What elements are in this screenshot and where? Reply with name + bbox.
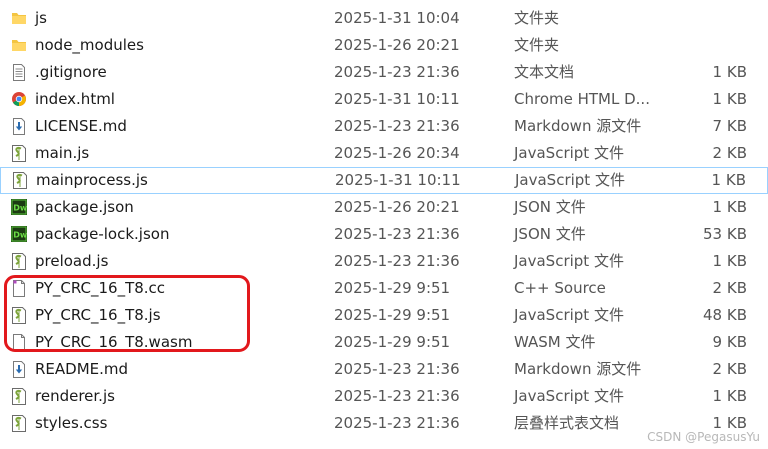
file-date-modified: 2025-1-26 20:34: [334, 144, 460, 162]
file-row[interactable]: js 2025-1-31 10:04 文件夹: [0, 5, 768, 32]
file-type: JavaScript 文件: [514, 387, 624, 405]
file-name: README.md: [35, 360, 129, 378]
file-type: Chrome HTML D...: [514, 90, 650, 108]
file-name: PY_CRC_16_T8.cc: [35, 279, 166, 297]
file-list: js 2025-1-31 10:04 文件夹 node_modules 2025-1-2…: [0, 5, 768, 437]
file-date-modified: 2025-1-23 21:36: [334, 387, 460, 405]
file-size: 2 KB: [712, 144, 747, 162]
file-name: package-lock.json: [35, 225, 170, 243]
file-size: 1 KB: [711, 171, 746, 189]
file-type: 文件夹: [514, 36, 560, 54]
markdown-icon: [11, 361, 27, 378]
file-name: node_modules: [35, 36, 144, 54]
file-row[interactable]: mainprocess.js 2025-1-31 10:11 JavaScript …: [0, 167, 768, 194]
file-date-modified: 2025-1-23 21:36: [334, 414, 460, 432]
file-row[interactable]: node_modules 2025-1-26 20:21 文件夹: [0, 32, 768, 59]
javascript-icon: [11, 307, 27, 324]
file-name: styles.css: [35, 414, 108, 432]
file-row[interactable]: main.js 2025-1-26 20:34 JavaScript 文件 2 KB: [0, 140, 768, 167]
file-size: 48 KB: [703, 306, 747, 324]
file-name: PY_CRC_16_T8.wasm: [35, 333, 193, 351]
text-file-icon: [11, 64, 27, 81]
file-type: 层叠样式表文档: [514, 414, 620, 432]
file-name: package.json: [35, 198, 134, 216]
file-name: .gitignore: [35, 63, 107, 81]
file-size: 1 KB: [712, 387, 747, 405]
javascript-icon: [12, 172, 28, 189]
file-name: PY_CRC_16_T8.js: [35, 306, 161, 324]
file-row[interactable]: PY_CRC_16_T8.js 2025-1-29 9:51 JavaScript …: [0, 302, 768, 329]
file-type: 文件夹: [514, 9, 560, 27]
file-size: 1 KB: [712, 198, 747, 216]
file-date-modified: 2025-1-26 20:21: [334, 198, 460, 216]
folder-icon: [11, 37, 27, 54]
file-date-modified: 2025-1-31 10:04: [334, 9, 460, 27]
file-size: 2 KB: [712, 279, 747, 297]
file-name: main.js: [35, 144, 90, 162]
file-size: 9 KB: [712, 333, 747, 351]
chrome-html-icon: [11, 91, 27, 108]
file-row[interactable]: PY_CRC_16_T8.cc 2025-1-29 9:51 C++ Source 2…: [0, 275, 768, 302]
javascript-icon: [11, 388, 27, 405]
file-name: renderer.js: [35, 387, 115, 405]
file-name: preload.js: [35, 252, 109, 270]
css-file-icon: [11, 415, 27, 432]
javascript-icon: [11, 253, 27, 270]
file-name: mainprocess.js: [36, 171, 148, 189]
file-row[interactable]: .gitignore 2025-1-23 21:36 文本文档 1 KB: [0, 59, 768, 86]
file-size: 1 KB: [712, 252, 747, 270]
file-row[interactable]: README.md 2025-1-23 21:36 Markdown 源文件 2 KB: [0, 356, 768, 383]
file-size: 53 KB: [703, 225, 747, 243]
file-date-modified: 2025-1-29 9:51: [334, 333, 451, 351]
dreamweaver-icon: Dw: [11, 199, 27, 216]
file-size: 1 KB: [712, 63, 747, 81]
cpp-file-icon: [11, 280, 27, 297]
file-row[interactable]: PY_CRC_16_T8.wasm 2025-1-29 9:51 WASM 文件 9 …: [0, 329, 768, 356]
file-row[interactable]: Dw package.json 2025-1-26 20:21 JSON 文件 1 KB: [0, 194, 768, 221]
file-size: 1 KB: [712, 90, 747, 108]
file-type: 文本文档: [514, 63, 575, 81]
file-date-modified: 2025-1-29 9:51: [334, 279, 451, 297]
markdown-icon: [11, 118, 27, 135]
file-type: C++ Source: [514, 279, 606, 297]
file-size: 2 KB: [712, 360, 747, 378]
folder-icon: [11, 10, 27, 27]
file-date-modified: 2025-1-23 21:36: [334, 63, 460, 81]
file-type: Markdown 源文件: [514, 117, 642, 135]
file-row[interactable]: preload.js 2025-1-23 21:36 JavaScript 文件 1 …: [0, 248, 768, 275]
file-date-modified: 2025-1-23 21:36: [334, 252, 460, 270]
file-row[interactable]: index.html 2025-1-31 10:11 Chrome HTML D..…: [0, 86, 768, 113]
file-date-modified: 2025-1-23 21:36: [334, 117, 460, 135]
file-date-modified: 2025-1-29 9:51: [334, 306, 451, 324]
file-row[interactable]: renderer.js 2025-1-23 21:36 JavaScript 文件 1…: [0, 383, 768, 410]
file-date-modified: 2025-1-23 21:36: [334, 225, 460, 243]
file-row[interactable]: LICENSE.md 2025-1-23 21:36 Markdown 源文件 7 K…: [0, 113, 768, 140]
file-type: JSON 文件: [514, 198, 586, 216]
file-type: WASM 文件: [514, 333, 596, 351]
file-type: JavaScript 文件: [514, 306, 624, 324]
svg-text:Dw: Dw: [13, 204, 27, 213]
file-type: Markdown 源文件: [514, 360, 642, 378]
dreamweaver-icon: Dw: [11, 226, 27, 243]
file-type: JavaScript 文件: [514, 252, 624, 270]
file-type: JavaScript 文件: [514, 144, 624, 162]
file-date-modified: 2025-1-26 20:21: [334, 36, 460, 54]
file-name: index.html: [35, 90, 115, 108]
file-name: js: [35, 9, 47, 27]
file-type: JavaScript 文件: [515, 171, 625, 189]
file-date-modified: 2025-1-31 10:11: [335, 171, 461, 189]
watermark: CSDN @PegasusYu: [647, 430, 760, 444]
file-row[interactable]: Dw package-lock.json 2025-1-23 21:36 JSON 文…: [0, 221, 768, 248]
javascript-icon: [11, 145, 27, 162]
file-date-modified: 2025-1-23 21:36: [334, 360, 460, 378]
svg-text:Dw: Dw: [13, 231, 27, 240]
blank-file-icon: [11, 334, 27, 351]
file-name: LICENSE.md: [35, 117, 127, 135]
file-size: 7 KB: [712, 117, 747, 135]
file-date-modified: 2025-1-31 10:11: [334, 90, 460, 108]
file-type: JSON 文件: [514, 225, 586, 243]
